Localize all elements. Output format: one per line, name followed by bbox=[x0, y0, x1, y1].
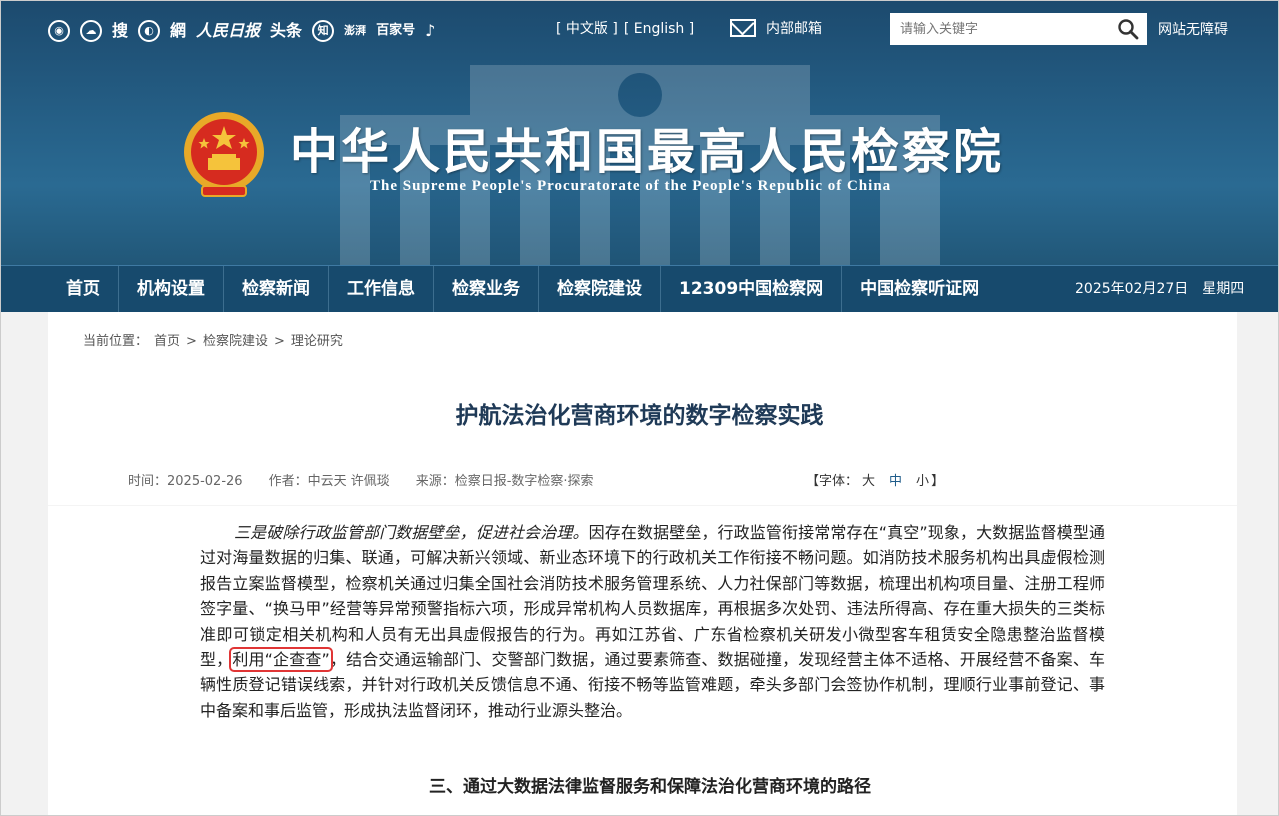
breadcrumb-construction[interactable]: 检察院建设 bbox=[203, 333, 268, 351]
left-margin bbox=[0, 312, 48, 816]
breadcrumb-prefix: 当前位置： bbox=[83, 334, 149, 349]
accessibility-link[interactable]: 网站无障碍 bbox=[1158, 19, 1228, 39]
search-icon[interactable] bbox=[1117, 18, 1139, 40]
article-paragraph: 三是破除行政监管部门数据壁垒，促进社会治理。因存在数据壁垒，行政监管衔接常常存在… bbox=[200, 520, 1105, 723]
paragraph-text: 因存在数据壁垒，行政监管衔接常常存在“真空”现象，大数据监督模型通过对海量数据的… bbox=[200, 523, 1105, 670]
font-small-link[interactable]: 小 bbox=[916, 470, 929, 489]
breadcrumb-theory[interactable]: 理论研究 bbox=[291, 333, 343, 351]
internal-mail-link[interactable]: 内部邮箱 bbox=[730, 18, 822, 38]
article-meta: 时间：2025-02-26 作者：中云天 许佩琰 来源：检察日报-数字检察·探索… bbox=[128, 470, 1108, 489]
article-title: 护航法治化营商环境的数字检察实践 bbox=[455, 402, 824, 429]
nav-item-work-info[interactable]: 工作信息 bbox=[329, 266, 434, 312]
sohu-icon[interactable]: 搜 bbox=[112, 18, 128, 44]
social-links: ◉ ☁ 搜 ◐ 網 人民日报 头条 知 澎湃 百家号 ♪ bbox=[48, 18, 435, 44]
nav-item-home[interactable]: 首页 bbox=[48, 266, 119, 312]
nav-item-news[interactable]: 检察新闻 bbox=[224, 266, 329, 312]
main-nav: 首页 机构设置 检察新闻 工作信息 检察业务 检察院建设 12309中国检察网 … bbox=[0, 265, 1279, 312]
lang-cn-link[interactable]: [ 中文版 ] bbox=[556, 19, 618, 39]
mail-label: 内部邮箱 bbox=[766, 21, 822, 37]
font-label-end: 】 bbox=[931, 474, 945, 489]
nav-item-hearing[interactable]: 中国检察听证网 bbox=[842, 266, 997, 312]
thepaper-icon[interactable]: 澎湃 bbox=[344, 18, 366, 44]
header-banner: ◉ ☁ 搜 ◐ 網 人民日报 头条 知 澎湃 百家号 ♪ [ 中文版 ] [ E… bbox=[0, 0, 1279, 265]
source: 来源：检察日报-数字检察·探索 bbox=[415, 474, 594, 489]
font-medium-link[interactable]: 中 bbox=[889, 470, 902, 489]
breadcrumb-home[interactable]: 首页 bbox=[154, 333, 180, 351]
breadcrumb-sep: > bbox=[186, 334, 197, 349]
nav-item-business[interactable]: 检察业务 bbox=[434, 266, 539, 312]
section-heading: 三、通过大数据法律监督服务和保障法治化营商环境的路径 bbox=[429, 777, 871, 797]
tiktok-icon[interactable]: ♪ bbox=[425, 18, 435, 44]
publish-time: 时间：2025-02-26 bbox=[128, 474, 243, 489]
current-date: 2025年02月27日 星期四 bbox=[1075, 266, 1244, 312]
search-box bbox=[890, 13, 1147, 45]
site-title: 中华人民共和国最高人民检察院 bbox=[290, 124, 1005, 180]
nav-item-12309[interactable]: 12309中国检察网 bbox=[661, 266, 843, 312]
nav-item-construction[interactable]: 检察院建设 bbox=[539, 266, 661, 312]
highlighted-phrase: 利用“企查查” bbox=[229, 647, 333, 673]
font-large-link[interactable]: 大 bbox=[862, 470, 875, 489]
envelope-icon bbox=[730, 19, 756, 37]
meta-divider bbox=[48, 505, 1237, 506]
weekday-text: 星期四 bbox=[1202, 281, 1245, 297]
breadcrumb-sep: > bbox=[273, 334, 285, 349]
nav-item-organization[interactable]: 机构设置 bbox=[119, 266, 224, 312]
zhihu-icon[interactable]: 知 bbox=[312, 20, 335, 42]
font-size-switch: 【字体： 大 中 小 】 bbox=[806, 470, 944, 489]
top-bar: ◉ ☁ 搜 ◐ 網 人民日报 头条 知 澎湃 百家号 ♪ [ 中文版 ] [ E… bbox=[0, 0, 1279, 60]
font-label: 【字体： bbox=[806, 474, 859, 489]
author: 作者：中云天 许佩琰 bbox=[268, 474, 390, 489]
baijiahao-icon[interactable]: 百家号 bbox=[376, 18, 415, 44]
date-text: 2025年02月27日 bbox=[1075, 281, 1189, 297]
language-switch: [ 中文版 ] [ English ] bbox=[556, 19, 694, 39]
breadcrumb: 当前位置： 首页 > 检察院建设 > 理论研究 bbox=[83, 333, 343, 351]
weibo-icon[interactable]: ◉ bbox=[48, 20, 70, 42]
right-margin bbox=[1237, 312, 1279, 816]
peoples-daily-icon[interactable]: 人民日报 bbox=[196, 18, 260, 44]
qq-icon[interactable]: ◐ bbox=[138, 20, 161, 42]
paragraph-text-cont: ，结合交通运输部门、交警部门数据，通过要素筛查、数据碰撞，发现经营主体不适格、开… bbox=[200, 650, 1105, 720]
wechat-icon[interactable]: ☁ bbox=[80, 20, 102, 42]
paragraph-lead: 三是破除行政监管部门数据壁垒，促进社会治理。 bbox=[234, 523, 589, 542]
lang-en-link[interactable]: [ English ] bbox=[624, 19, 694, 39]
site-subtitle: The Supreme People's Procuratorate of th… bbox=[370, 178, 892, 194]
search-input[interactable] bbox=[890, 13, 1110, 45]
netease-icon[interactable]: 網 bbox=[170, 18, 186, 44]
toutiao-icon[interactable]: 头条 bbox=[270, 18, 302, 44]
national-emblem-icon bbox=[184, 112, 264, 197]
